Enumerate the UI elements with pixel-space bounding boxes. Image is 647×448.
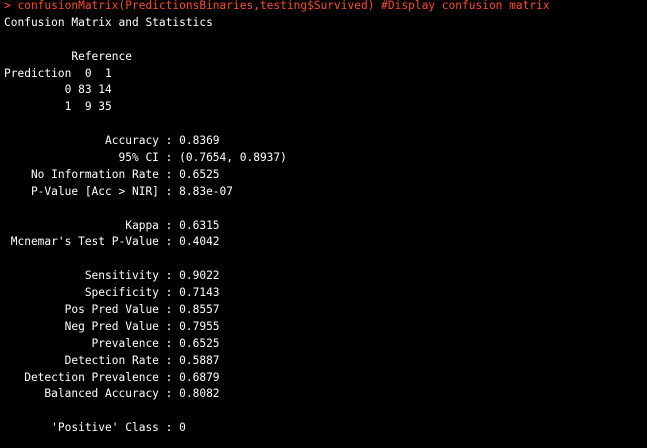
stat-kappa: Kappa : 0.6315 (4, 218, 220, 232)
stat-prevalence: Prevalence : 0.6525 (4, 336, 220, 350)
stat-detection-prevalence: Detection Prevalence : 0.6879 (4, 370, 220, 384)
confusion-row-0: 0 83 14 (4, 83, 112, 97)
stat-pos-pred-value: Pos Pred Value : 0.8557 (4, 303, 220, 317)
terminal-window[interactable]: > confusionMatrix(PredictionsBinaries,te… (0, 0, 647, 448)
output-header: Confusion Matrix and Statistics (4, 15, 213, 29)
stat-95-ci: 95% CI : (0.7654, 0.8937) (4, 151, 287, 165)
stat-sensitivity: Sensitivity : 0.9022 (4, 269, 220, 283)
stat-p-value: P-Value [Acc > NIR] : 8.83e-07 (4, 184, 234, 198)
stat-neg-pred-value: Neg Pred Value : 0.7955 (4, 319, 220, 333)
confusion-prediction-header: Prediction 0 1 (4, 66, 112, 80)
command-line: > confusionMatrix(PredictionsBinaries,te… (4, 0, 550, 12)
stat-accuracy: Accuracy : 0.8369 (4, 134, 220, 148)
stat-specificity: Specificity : 0.7143 (4, 286, 220, 300)
confusion-row-1: 1 9 35 (4, 100, 112, 114)
stat-no-information-rate: No Information Rate : 0.6525 (4, 167, 220, 181)
confusion-reference-label: Reference (4, 49, 132, 63)
stat-detection-rate: Detection Rate : 0.5887 (4, 353, 220, 367)
positive-class: 'Positive' Class : 0 (4, 421, 186, 435)
stat-mcnemar-p-value: Mcnemar's Test P-Value : 0.4042 (4, 235, 220, 249)
stat-balanced-accuracy: Balanced Accuracy : 0.8082 (4, 387, 220, 401)
